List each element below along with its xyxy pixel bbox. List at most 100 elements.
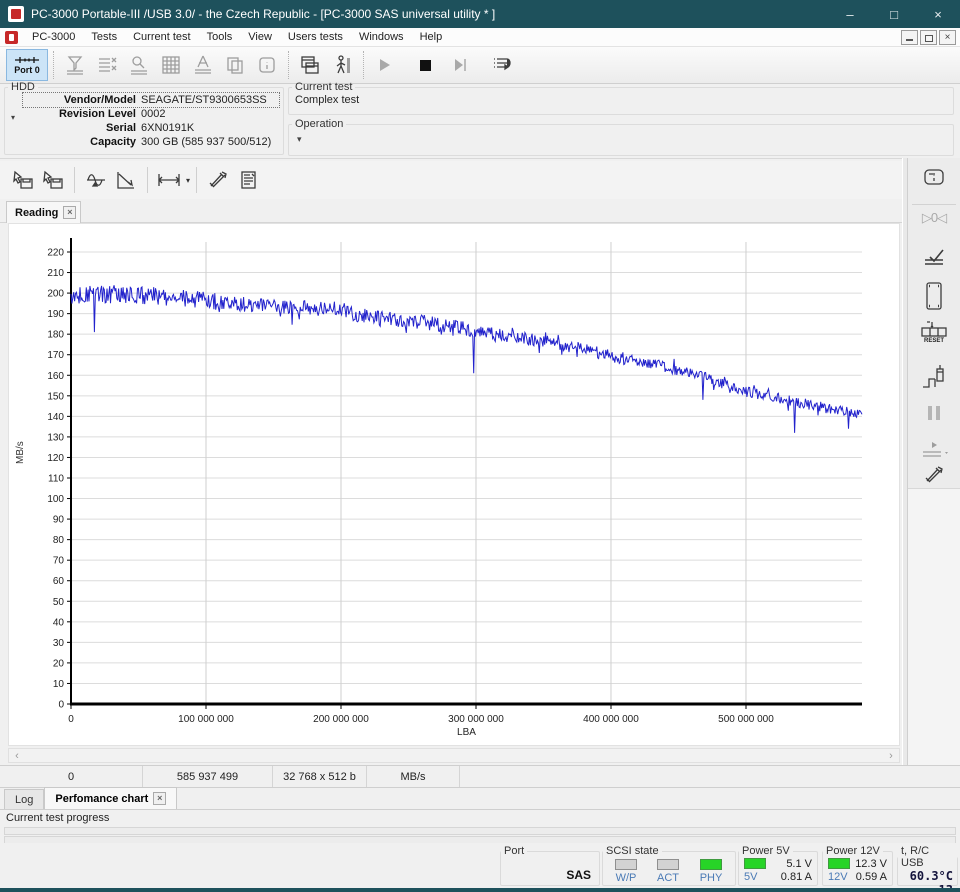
tab-close-icon[interactable]: × bbox=[63, 206, 76, 219]
chart-toolbar-separator bbox=[196, 167, 197, 193]
scsi-led-wp: W/P bbox=[611, 859, 641, 884]
hdd-field-capacity[interactable]: Capacity 300 GB (585 937 500/512) bbox=[23, 135, 279, 149]
tools-icon[interactable] bbox=[908, 464, 960, 486]
power5v-led-label: 5V bbox=[744, 871, 757, 883]
chart-tab-row: Reading × bbox=[0, 199, 902, 223]
hdd-field-vendor[interactable]: Vendor/Model SEAGATE/ST9300653SS bbox=[23, 93, 279, 107]
tab-log[interactable]: Log bbox=[4, 789, 44, 809]
verify-drive-icon[interactable] bbox=[908, 244, 960, 270]
scsi-led-act: ACT bbox=[653, 859, 683, 884]
current-test-value: Complex test bbox=[289, 93, 953, 106]
performance-chart[interactable]: MB/s 01020304050607080901001101201301401… bbox=[8, 223, 900, 746]
port-icon bbox=[14, 55, 40, 65]
menu-windows[interactable]: Windows bbox=[351, 29, 412, 45]
power5v-led bbox=[744, 858, 766, 869]
menu-current-test[interactable]: Current test bbox=[125, 29, 198, 45]
hdd-group-label: HDD bbox=[8, 81, 38, 93]
status-cell-empty bbox=[460, 766, 960, 787]
minimize-button[interactable]: – bbox=[828, 0, 872, 28]
chart-panel: ▾ Reading × MB/s 01020304050607080901001… bbox=[0, 158, 902, 765]
svg-text:90: 90 bbox=[53, 515, 65, 526]
menu-tools[interactable]: Tools bbox=[199, 29, 241, 45]
svg-text:150: 150 bbox=[47, 391, 64, 402]
svg-text:40: 40 bbox=[53, 617, 65, 628]
scroll-right-icon[interactable]: › bbox=[883, 750, 899, 762]
current-test-label: Current test bbox=[292, 81, 355, 93]
svg-text:300 000 000: 300 000 000 bbox=[448, 714, 504, 725]
power12v-led bbox=[828, 858, 850, 869]
toolbar-separator bbox=[363, 51, 364, 79]
compare-zero-icon[interactable]: ▷0◁ bbox=[908, 210, 960, 226]
run-task-icon[interactable] bbox=[326, 50, 358, 80]
hdd-field-serial[interactable]: Serial 6XN0191K bbox=[23, 121, 279, 135]
menu-pc3000[interactable]: PC-3000 bbox=[24, 29, 83, 45]
tab-close-icon[interactable]: × bbox=[153, 792, 166, 805]
scroll-left-icon[interactable]: ‹ bbox=[9, 750, 25, 762]
work-area: ▾ Reading × MB/s 01020304050607080901001… bbox=[0, 158, 960, 765]
stop-icon[interactable] bbox=[409, 50, 441, 80]
menu-view[interactable]: View bbox=[240, 29, 280, 45]
load-chart-icon[interactable] bbox=[8, 166, 38, 194]
svg-text:160: 160 bbox=[47, 371, 64, 382]
status-cell-block-size: 32 768 x 512 b bbox=[273, 766, 367, 787]
play-icon[interactable] bbox=[369, 50, 401, 80]
step-forward-icon[interactable] bbox=[445, 50, 477, 80]
menu-help[interactable]: Help bbox=[412, 29, 451, 45]
power5v-amp: 0.81 A bbox=[781, 871, 812, 883]
window-title: PC-3000 Portable-III /USB 3.0/ - the Cze… bbox=[31, 7, 828, 21]
chart-wave-icon[interactable] bbox=[81, 166, 111, 194]
svg-text:130: 130 bbox=[47, 432, 64, 443]
app-icon-small bbox=[5, 31, 18, 44]
hdd-field-revision[interactable]: Revision Level 0002 bbox=[23, 107, 279, 121]
save-chart-icon[interactable] bbox=[38, 166, 68, 194]
inject-graph-icon[interactable] bbox=[908, 363, 960, 393]
test-select-icon[interactable] bbox=[59, 50, 91, 80]
pause-icon[interactable] bbox=[908, 406, 960, 425]
chart-canvas: 0102030405060708090100110120130140150160… bbox=[9, 224, 899, 745]
port0-button[interactable]: Port 0 bbox=[6, 49, 48, 81]
measure-dropdown-icon[interactable]: ▾ bbox=[186, 176, 190, 185]
chart-hscrollbar[interactable]: ‹ › bbox=[8, 748, 900, 763]
chart-report-icon[interactable] bbox=[233, 166, 263, 194]
script-info-icon[interactable] bbox=[251, 50, 283, 80]
measure-range-icon[interactable] bbox=[154, 166, 184, 194]
search-drive-icon[interactable] bbox=[123, 50, 155, 80]
power12v-group: Power 12V 12.3 V 12V0.59 A bbox=[822, 845, 893, 886]
windows-copy-icon[interactable] bbox=[294, 50, 326, 80]
reset-icon[interactable]: RESET bbox=[908, 320, 960, 344]
close-button[interactable]: × bbox=[916, 0, 960, 28]
power5v-group: Power 5V 5.1 V 5V0.81 A bbox=[738, 845, 818, 886]
svg-text:120: 120 bbox=[47, 453, 64, 464]
data-grid-icon[interactable] bbox=[155, 50, 187, 80]
task-list-icon[interactable] bbox=[487, 50, 519, 80]
script-info-icon[interactable] bbox=[908, 166, 960, 190]
svg-text:180: 180 bbox=[47, 330, 64, 341]
sidebar-lower-panel bbox=[908, 488, 960, 765]
hdd-expander-icon[interactable]: ▾ bbox=[11, 113, 15, 122]
menu-tests[interactable]: Tests bbox=[83, 29, 125, 45]
tab-reading[interactable]: Reading × bbox=[6, 201, 81, 223]
mdi-minimize-button[interactable] bbox=[901, 30, 918, 45]
copy-buffer-icon[interactable] bbox=[219, 50, 251, 80]
utility-compass-icon[interactable] bbox=[187, 50, 219, 80]
svg-text:100: 100 bbox=[47, 494, 64, 505]
firmware-device-icon[interactable] bbox=[908, 280, 960, 312]
chart-decline-icon[interactable] bbox=[111, 166, 141, 194]
maximize-button[interactable]: □ bbox=[872, 0, 916, 28]
run-drive-icon[interactable] bbox=[908, 440, 960, 462]
svg-text:190: 190 bbox=[47, 309, 64, 320]
test-script-icon[interactable] bbox=[91, 50, 123, 80]
operation-dropdown[interactable]: ▾ bbox=[289, 130, 953, 145]
main-toolbar: Port 0 bbox=[0, 47, 960, 84]
mdi-close-button[interactable]: × bbox=[939, 30, 956, 45]
svg-text:50: 50 bbox=[53, 597, 65, 608]
chart-settings-icon[interactable] bbox=[203, 166, 233, 194]
tab-performance-chart[interactable]: Perfomance chart × bbox=[44, 787, 177, 809]
svg-text:LBA: LBA bbox=[457, 727, 476, 738]
temperature-value: 60.3°C bbox=[898, 869, 957, 883]
svg-text:60: 60 bbox=[53, 576, 65, 587]
menu-users-tests[interactable]: Users tests bbox=[280, 29, 351, 45]
svg-text:500 000 000: 500 000 000 bbox=[718, 714, 774, 725]
progress-bar-current bbox=[4, 827, 956, 835]
mdi-restore-button[interactable] bbox=[920, 30, 937, 45]
